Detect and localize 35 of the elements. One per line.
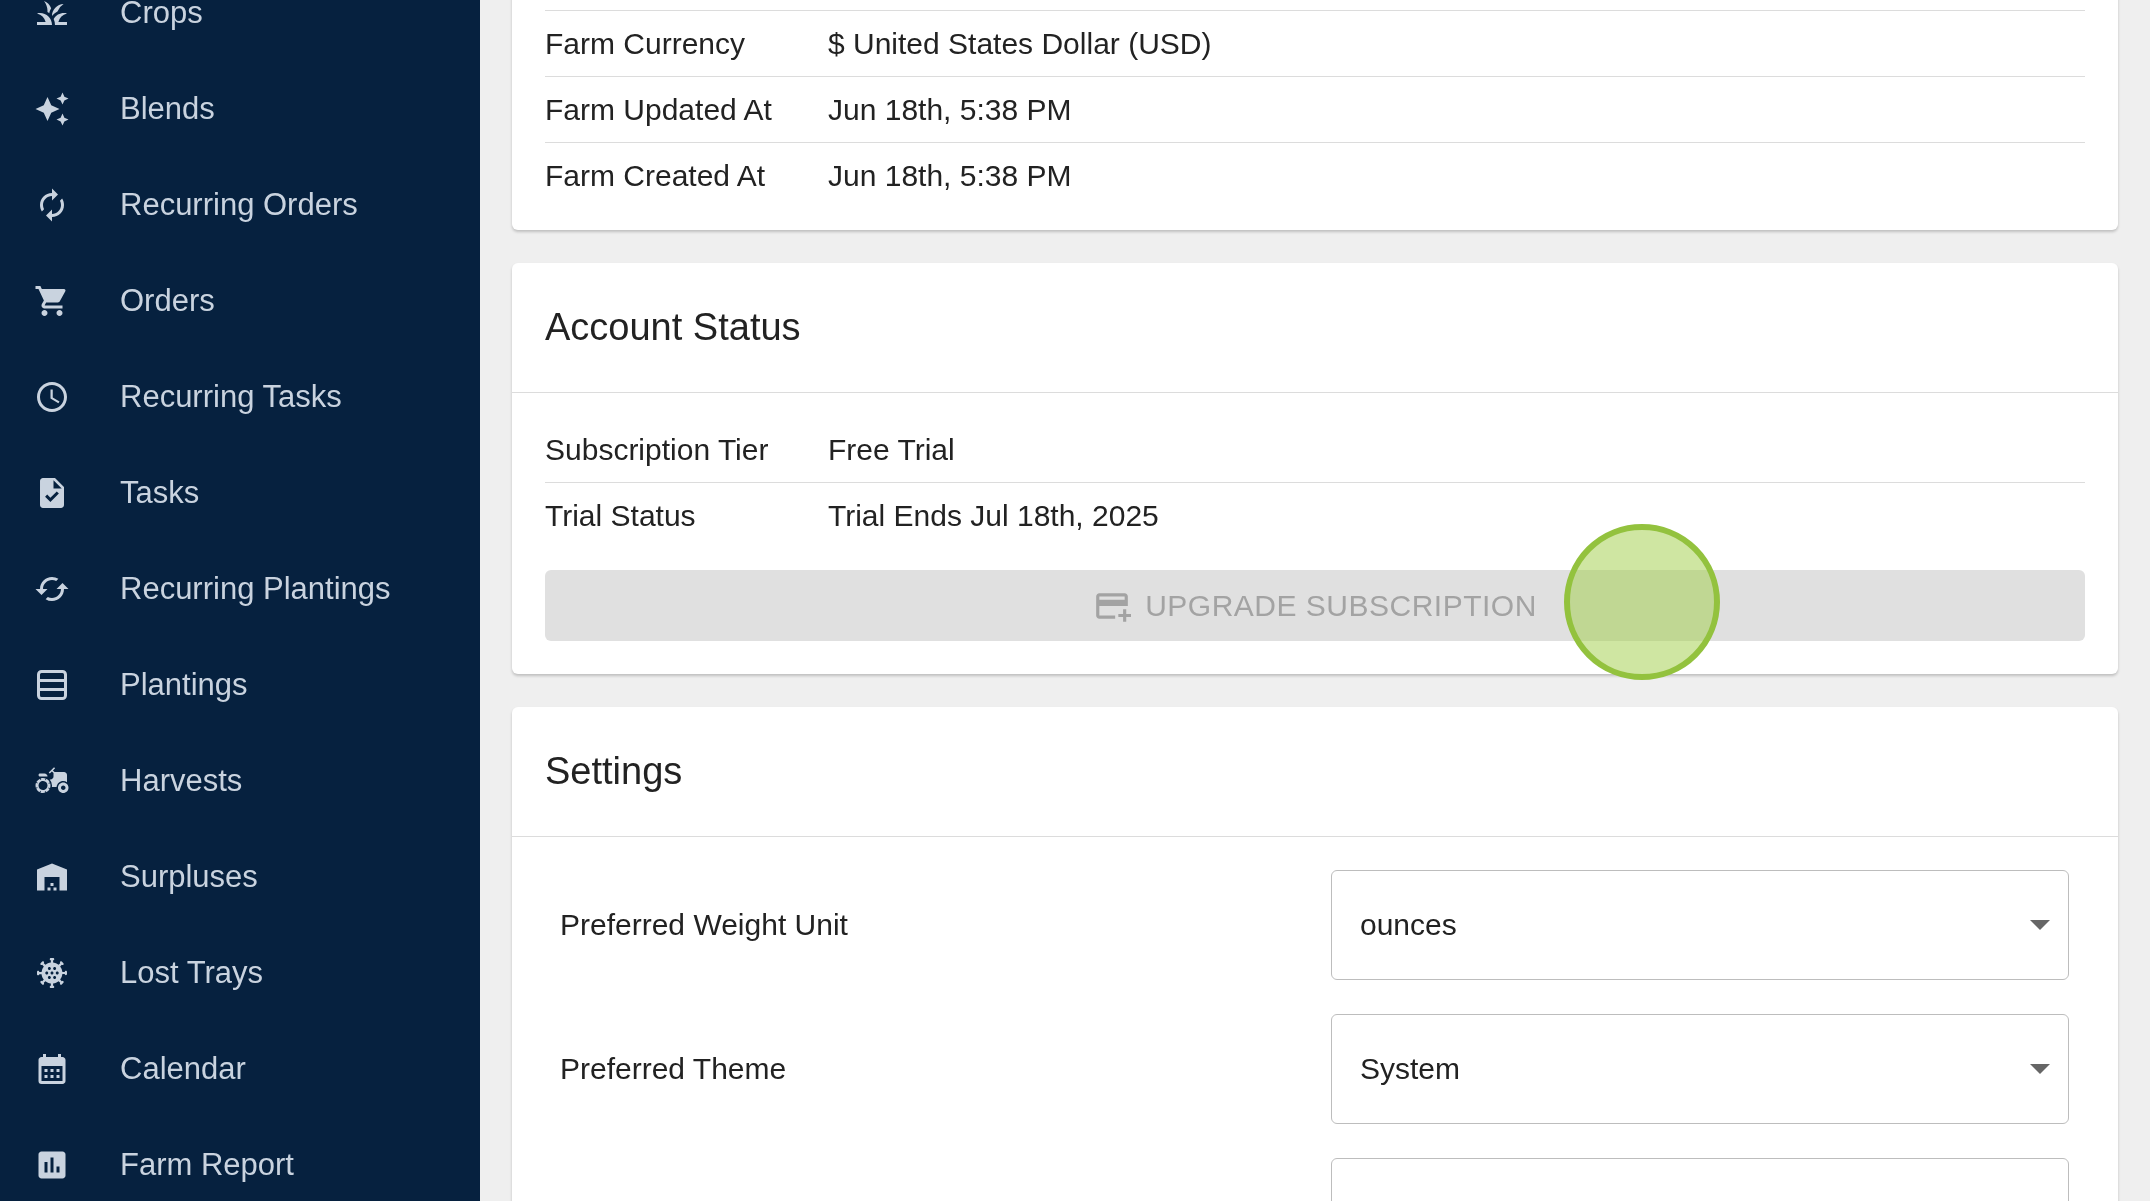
sidebar-item[interactable]: Orders <box>0 253 480 349</box>
virus-icon <box>34 955 70 991</box>
dropdown-caret-icon <box>2030 920 2050 930</box>
field-value: Jun 18th, 5:38 PM <box>828 92 1073 127</box>
sidebar-item[interactable]: Crops <box>0 0 480 61</box>
dropdown-caret-icon <box>2030 1064 2050 1074</box>
sidebar-item[interactable]: Surpluses <box>0 829 480 925</box>
sidebar-item[interactable]: Recurring Orders <box>0 157 480 253</box>
select-field[interactable]: ounces <box>1331 870 2069 980</box>
field-value: Jun 18th, 5:38 PM <box>828 158 1073 193</box>
field-value: Trial Ends Jul 18th, 2025 <box>828 498 1160 533</box>
select-field[interactable]: System <box>1331 1014 2069 1124</box>
sidebar-item[interactable]: Recurring Plantings <box>0 541 480 637</box>
sidebar-item[interactable]: Blends <box>0 61 480 157</box>
setting-label: Preferred Weight Unit <box>560 908 849 942</box>
field-label: Farm Updated At <box>545 92 773 127</box>
setting-label: Preferred Theme <box>560 1052 788 1086</box>
sidebar-item[interactable]: Plantings <box>0 637 480 733</box>
sparkles-icon <box>34 91 70 127</box>
field-label: Farm Created At <box>545 158 767 193</box>
sidebar-item[interactable]: Lost Trays <box>0 925 480 1021</box>
shelf-icon <box>34 667 70 703</box>
field-label: Farm Currency <box>545 26 747 61</box>
card-title: Settings <box>545 750 683 793</box>
field-value: $ United States Dollar (USD) <box>828 26 1213 61</box>
field-label: Subscription Tier <box>545 432 770 467</box>
card-title: Account Status <box>545 306 801 349</box>
sidebar-item[interactable]: Recurring Tasks <box>0 349 480 445</box>
sidebar-item[interactable]: Calendar <box>0 1021 480 1117</box>
sidebar-item[interactable]: Farm Report <box>0 1117 480 1201</box>
sidebar-item[interactable]: Tasks <box>0 445 480 541</box>
sidebar-item[interactable]: Harvests <box>0 733 480 829</box>
field-value: Free Trial <box>828 432 956 467</box>
clock-icon <box>34 379 70 415</box>
field-label: Trial Status <box>545 498 697 533</box>
